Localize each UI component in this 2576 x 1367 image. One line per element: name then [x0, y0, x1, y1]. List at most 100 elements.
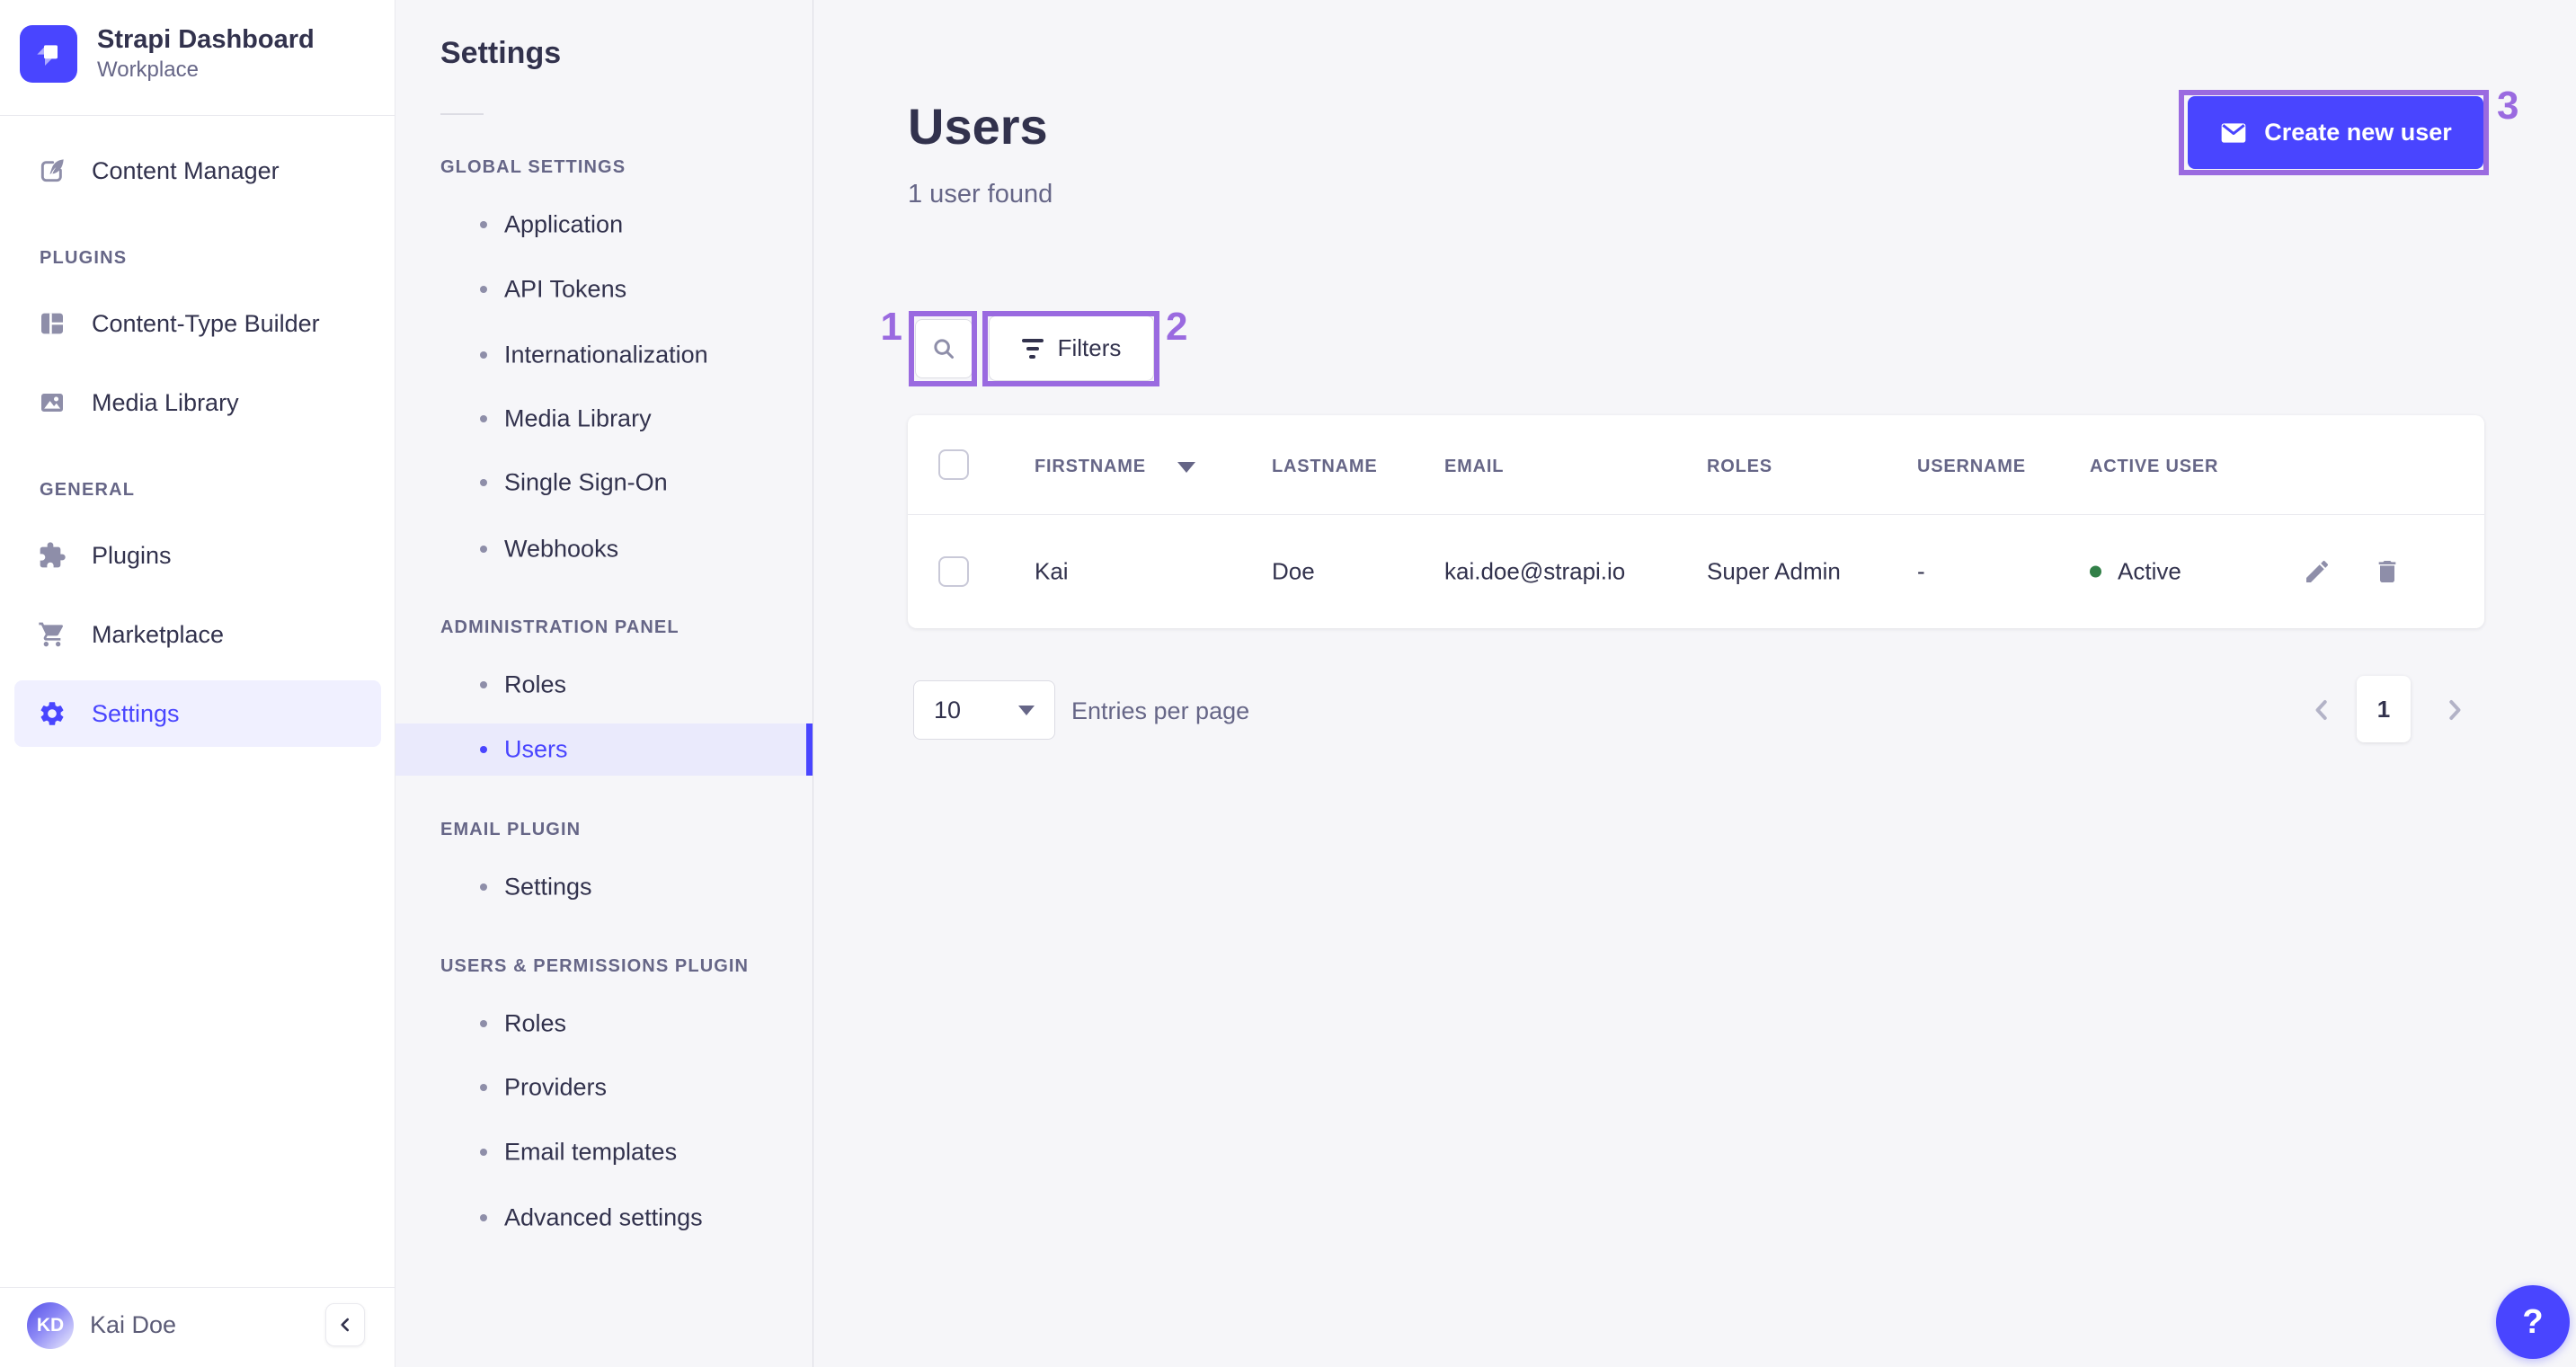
entries-per-page-value: 10 — [934, 696, 962, 723]
table-row[interactable]: Kai Doe kai.doe@strapi.io Super Admin - … — [908, 515, 2484, 628]
subnav-item-admin-users[interactable]: Users — [395, 723, 813, 776]
bullet-icon — [480, 221, 487, 228]
main-navigation: Strapi Dashboard Workplace Content Manag… — [0, 0, 395, 1367]
main-content: Users 1 user found Create new user Filte… — [813, 0, 2576, 1367]
sidebar-item-plugins[interactable]: Plugins — [0, 527, 395, 584]
sidebar-divider — [0, 115, 395, 116]
subnav-title: Settings — [440, 36, 562, 70]
subnav-item-up-roles[interactable]: Roles — [395, 998, 813, 1050]
next-page-button[interactable] — [2438, 690, 2474, 730]
subnav-item-email-settings[interactable]: Settings — [395, 861, 813, 913]
strapi-logo-icon — [20, 24, 77, 83]
cell-username: - — [1917, 557, 1925, 585]
cell-firstname: Kai — [1035, 557, 1069, 585]
bullet-icon — [480, 1149, 487, 1156]
entries-per-page-select[interactable]: 10 — [913, 680, 1055, 740]
column-header-firstname[interactable]: FIRSTNAME — [1035, 457, 1146, 477]
bullet-icon — [480, 681, 487, 688]
table-header-row: FIRSTNAME LASTNAME EMAIL ROLES USERNAME … — [908, 415, 2484, 514]
subnav-section-users-permissions-plugin: USERS & PERMISSIONS PLUGIN — [440, 955, 750, 976]
sidebar-item-label: Plugins — [92, 541, 172, 569]
subnav-item-admin-roles[interactable]: Roles — [395, 659, 813, 711]
sidebar-item-marketplace[interactable]: Marketplace — [0, 606, 395, 663]
sidebar-item-settings[interactable]: Settings — [14, 680, 381, 747]
column-header-lastname[interactable]: LASTNAME — [1272, 457, 1378, 477]
subnav-section-global-settings: GLOBAL SETTINGS — [440, 156, 626, 177]
plugins-icon — [38, 541, 67, 570]
previous-page-button[interactable] — [2305, 690, 2341, 730]
bullet-icon — [480, 1214, 487, 1221]
user-name: Kai Doe — [90, 1311, 177, 1338]
sidebar-section-plugins: PLUGINS — [40, 247, 128, 268]
collapse-sidebar-button[interactable] — [325, 1303, 365, 1346]
sidebar-footer-divider — [0, 1287, 395, 1288]
page-subtitle: 1 user found — [908, 180, 1053, 209]
subnav-item-email-templates[interactable]: Email templates — [395, 1126, 813, 1178]
cell-active-user: Active — [2090, 558, 2181, 586]
filters-button[interactable]: Filters — [989, 315, 1154, 381]
help-button[interactable]: ? — [2496, 1285, 2570, 1359]
subnav-item-providers[interactable]: Providers — [395, 1061, 813, 1114]
column-header-username[interactable]: USERNAME — [1917, 457, 2026, 477]
chevron-left-icon — [333, 1313, 357, 1336]
sidebar-item-label: Content-Type Builder — [92, 309, 320, 337]
subnav-item-single-sign-on[interactable]: Single Sign-On — [395, 457, 813, 509]
sidebar-item-media-library[interactable]: Media Library — [0, 374, 395, 431]
settings-gear-icon — [38, 699, 67, 728]
marketplace-icon — [38, 620, 67, 649]
column-header-roles[interactable]: ROLES — [1707, 457, 1772, 477]
bullet-icon — [480, 1020, 487, 1027]
subnav-item-internationalization[interactable]: Internationalization — [395, 329, 813, 381]
envelope-icon — [2219, 119, 2248, 147]
bullet-icon — [480, 479, 487, 486]
sidebar-item-label: Settings — [92, 699, 180, 727]
row-checkbox[interactable] — [938, 556, 969, 587]
sidebar-item-content-manager[interactable]: Content Manager — [0, 142, 395, 200]
subnav-item-webhooks[interactable]: Webhooks — [395, 523, 813, 575]
user-avatar[interactable]: KD — [27, 1302, 74, 1349]
workspace-switcher[interactable]: Strapi Dashboard Workplace — [20, 23, 315, 84]
media-library-icon — [38, 388, 67, 417]
sidebar-item-label: Content Manager — [92, 156, 280, 184]
sort-descending-icon[interactable] — [1177, 462, 1195, 473]
subnav-section-administration-panel: ADMINISTRATION PANEL — [440, 617, 680, 637]
subnav-item-api-tokens[interactable]: API Tokens — [395, 263, 813, 315]
page-number-1[interactable]: 1 — [2357, 676, 2411, 742]
active-status-dot — [2090, 565, 2101, 578]
edit-user-button[interactable] — [2303, 556, 2333, 587]
delete-user-button[interactable] — [2373, 556, 2403, 587]
sidebar-item-label: Media Library — [92, 388, 239, 416]
bullet-icon — [480, 351, 487, 359]
cell-email: kai.doe@strapi.io — [1444, 557, 1626, 585]
search-icon — [930, 335, 957, 362]
subnav-item-application[interactable]: Application — [395, 199, 813, 251]
chevron-down-icon — [1018, 705, 1035, 715]
column-header-active-user[interactable]: ACTIVE USER — [2090, 457, 2218, 477]
filter-icon — [1021, 338, 1044, 359]
bullet-icon — [480, 415, 487, 422]
content-type-builder-icon — [38, 309, 67, 338]
workspace-title: Strapi Dashboard — [97, 25, 315, 54]
bullet-icon — [480, 546, 487, 553]
sidebar-item-content-type-builder[interactable]: Content-Type Builder — [0, 295, 395, 352]
subnav-item-advanced-settings[interactable]: Advanced settings — [395, 1192, 813, 1244]
settings-subnav: Settings GLOBAL SETTINGS Application API… — [395, 0, 813, 1367]
create-new-user-button[interactable]: Create new user — [2188, 96, 2483, 169]
workspace-subtitle: Workplace — [97, 58, 199, 83]
bullet-icon — [480, 746, 487, 753]
bullet-icon — [480, 1084, 487, 1091]
search-button[interactable] — [915, 319, 973, 378]
filters-label: Filters — [1057, 334, 1122, 361]
column-header-email[interactable]: EMAIL — [1444, 457, 1504, 477]
subnav-divider — [440, 113, 484, 115]
sidebar-item-label: Marketplace — [92, 620, 225, 648]
cell-lastname: Doe — [1272, 557, 1315, 585]
entries-per-page-label: Entries per page — [1071, 697, 1250, 724]
subnav-item-media-library[interactable]: Media Library — [395, 393, 813, 445]
cell-roles: Super Admin — [1707, 557, 1841, 585]
select-all-checkbox[interactable] — [938, 449, 969, 480]
sidebar-section-general: GENERAL — [40, 479, 136, 500]
status-badge: Active — [2118, 557, 2181, 585]
users-table: FIRSTNAME LASTNAME EMAIL ROLES USERNAME … — [908, 415, 2484, 628]
bullet-icon — [480, 286, 487, 293]
